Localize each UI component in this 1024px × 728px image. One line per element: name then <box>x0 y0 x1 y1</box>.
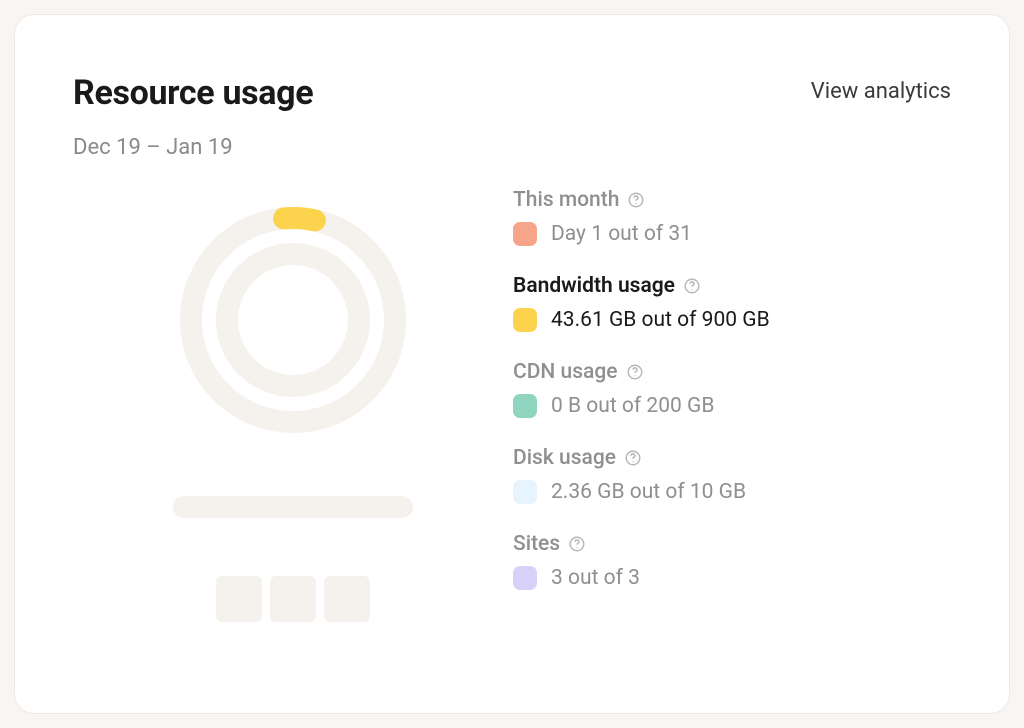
block-placeholders <box>216 576 370 622</box>
bar-placeholder <box>173 496 413 518</box>
metric-title: Bandwidth usage <box>513 274 675 298</box>
swatch-this-month <box>513 222 537 246</box>
donut-chart <box>173 200 413 440</box>
swatch-bandwidth <box>513 308 537 332</box>
metric-value: 3 out of 3 <box>551 566 640 590</box>
metric-sites[interactable]: Sites 3 out of 3 <box>513 532 951 590</box>
help-icon[interactable] <box>568 535 586 553</box>
swatch-sites <box>513 566 537 590</box>
metric-title: CDN usage <box>513 360 618 384</box>
metric-value: 43.61 GB out of 900 GB <box>551 308 770 332</box>
resource-usage-card: Resource usage View analytics Dec 19 – J… <box>14 14 1010 714</box>
metrics-column: This month Day 1 out of 31 Bandwidth usa… <box>513 182 951 622</box>
block-item <box>270 576 316 622</box>
swatch-disk <box>513 480 537 504</box>
metric-value: 0 B out of 200 GB <box>551 394 714 418</box>
metric-title: Sites <box>513 532 560 556</box>
metric-value: Day 1 out of 31 <box>551 222 692 246</box>
metric-cdn[interactable]: CDN usage 0 B out of 200 GB <box>513 360 951 418</box>
metric-bandwidth[interactable]: Bandwidth usage 43.61 GB out of 900 GB <box>513 274 951 332</box>
card-title: Resource usage <box>73 73 313 113</box>
metric-disk[interactable]: Disk usage 2.36 GB out of 10 GB <box>513 446 951 504</box>
metric-value: 2.36 GB out of 10 GB <box>551 480 746 504</box>
metric-title: Disk usage <box>513 446 616 470</box>
help-icon[interactable] <box>626 363 644 381</box>
metric-title: This month <box>513 188 619 212</box>
date-range: Dec 19 – Jan 19 <box>73 135 951 160</box>
block-item <box>216 576 262 622</box>
metric-this-month[interactable]: This month Day 1 out of 31 <box>513 188 951 246</box>
help-icon[interactable] <box>627 191 645 209</box>
help-icon[interactable] <box>624 449 642 467</box>
block-item <box>324 576 370 622</box>
swatch-cdn <box>513 394 537 418</box>
card-content: This month Day 1 out of 31 Bandwidth usa… <box>73 182 951 622</box>
visual-column <box>73 182 513 622</box>
card-header: Resource usage View analytics <box>73 73 951 113</box>
view-analytics-link[interactable]: View analytics <box>811 79 951 104</box>
help-icon[interactable] <box>683 277 701 295</box>
